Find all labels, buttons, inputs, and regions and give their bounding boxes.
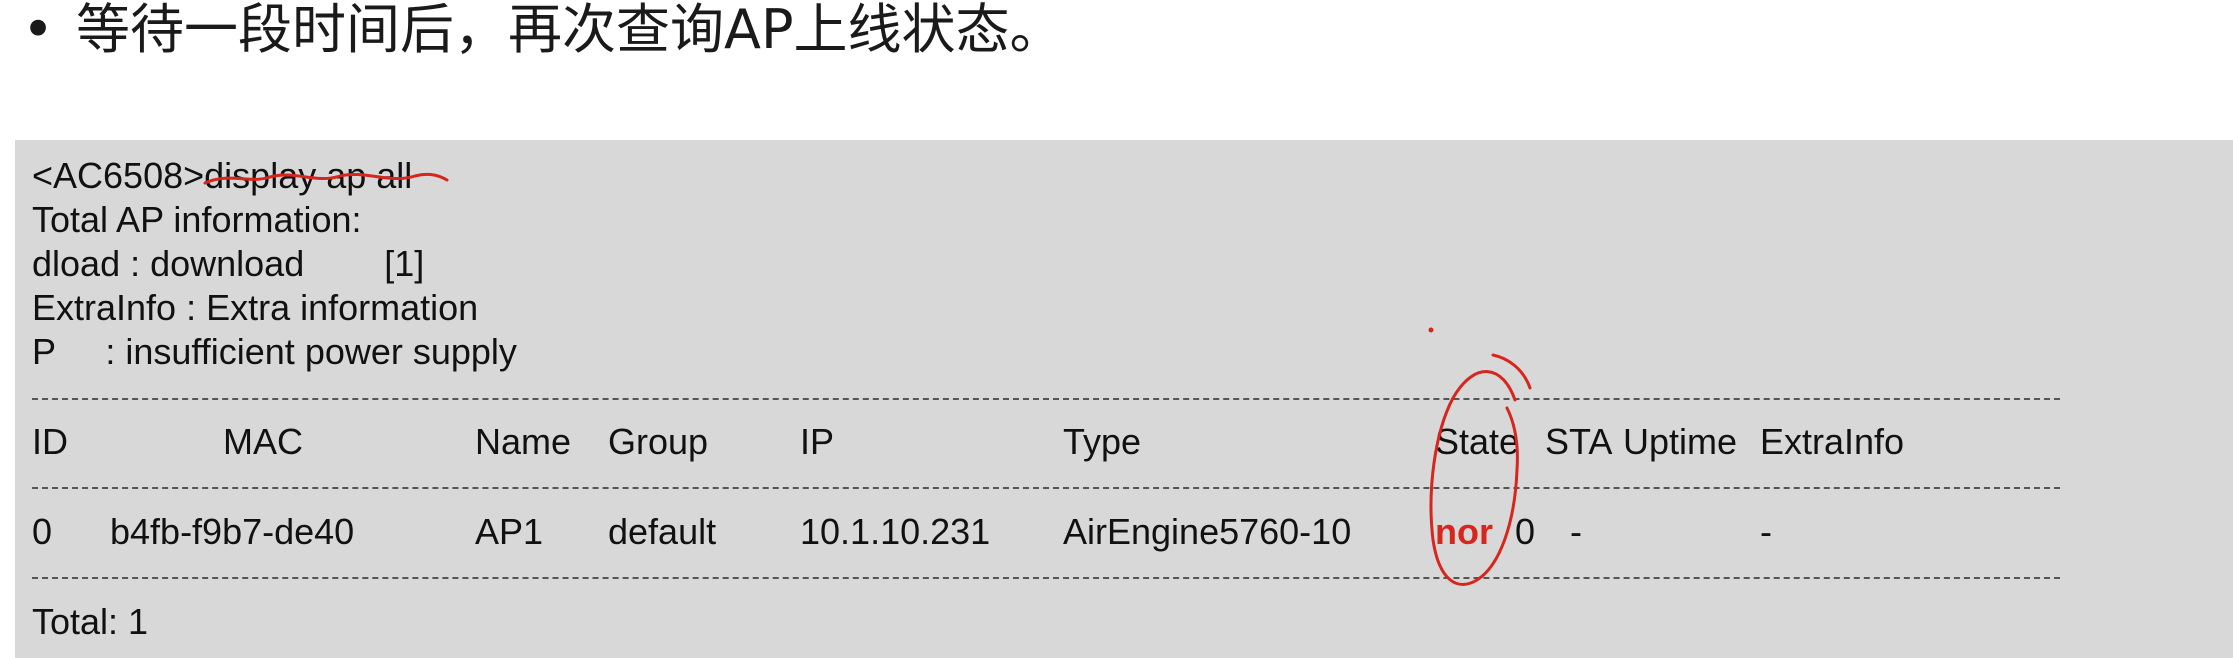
ink-dot-mark — [1428, 327, 1434, 333]
slide-heading: • 等待一段时间后，再次查询AP上线状态。 — [0, 0, 1064, 61]
cell-mac: b4fb-f9b7-de40 — [110, 511, 355, 552]
cell-type: AirEngine5760-10 — [1063, 511, 1352, 552]
header-extrainfo: ExtraInfo — [1760, 421, 1905, 462]
header-mac: MAC — [223, 421, 303, 462]
info-line: ExtraInfo : Extra information — [32, 287, 479, 328]
cell-uptime: - — [1570, 511, 1582, 552]
cell-state: nor — [1435, 511, 1493, 552]
header-group: Group — [608, 421, 709, 462]
info-line: P : insufficient power supply — [32, 331, 517, 372]
cell-extrainfo: - — [1760, 511, 1772, 552]
header-uptime: Uptime — [1623, 421, 1738, 462]
cell-name: AP1 — [475, 511, 544, 552]
cell-ip: 10.1.10.231 — [800, 511, 991, 552]
command-line: <AC6508>display ap all — [32, 154, 412, 198]
header-id: ID — [32, 421, 68, 462]
bullet-glyph: • — [22, 0, 54, 61]
total-line: Total: 1 — [32, 601, 149, 642]
header-ip: IP — [800, 421, 835, 462]
header-state: State — [1435, 421, 1520, 462]
dashed-separator — [32, 487, 2060, 489]
dashed-separator — [32, 398, 2060, 400]
cell-sta: 0 — [1515, 511, 1536, 552]
cell-group: default — [608, 511, 717, 552]
info-line: Total AP information: — [32, 199, 362, 240]
cli-prompt: <AC6508> — [32, 155, 205, 196]
header-type: Type — [1063, 421, 1142, 462]
header-name: Name — [475, 421, 572, 462]
terminal-output: <AC6508>display ap all Total AP informat… — [15, 140, 2233, 658]
header-sta: STA — [1545, 421, 1613, 462]
dashed-separator — [32, 577, 2060, 579]
info-line: dload : download [1] — [32, 243, 425, 284]
cell-id: 0 — [32, 511, 53, 552]
cli-command: display ap all — [204, 155, 413, 196]
heading-text: 等待一段时间后，再次查询AP上线状态。 — [76, 0, 1064, 61]
